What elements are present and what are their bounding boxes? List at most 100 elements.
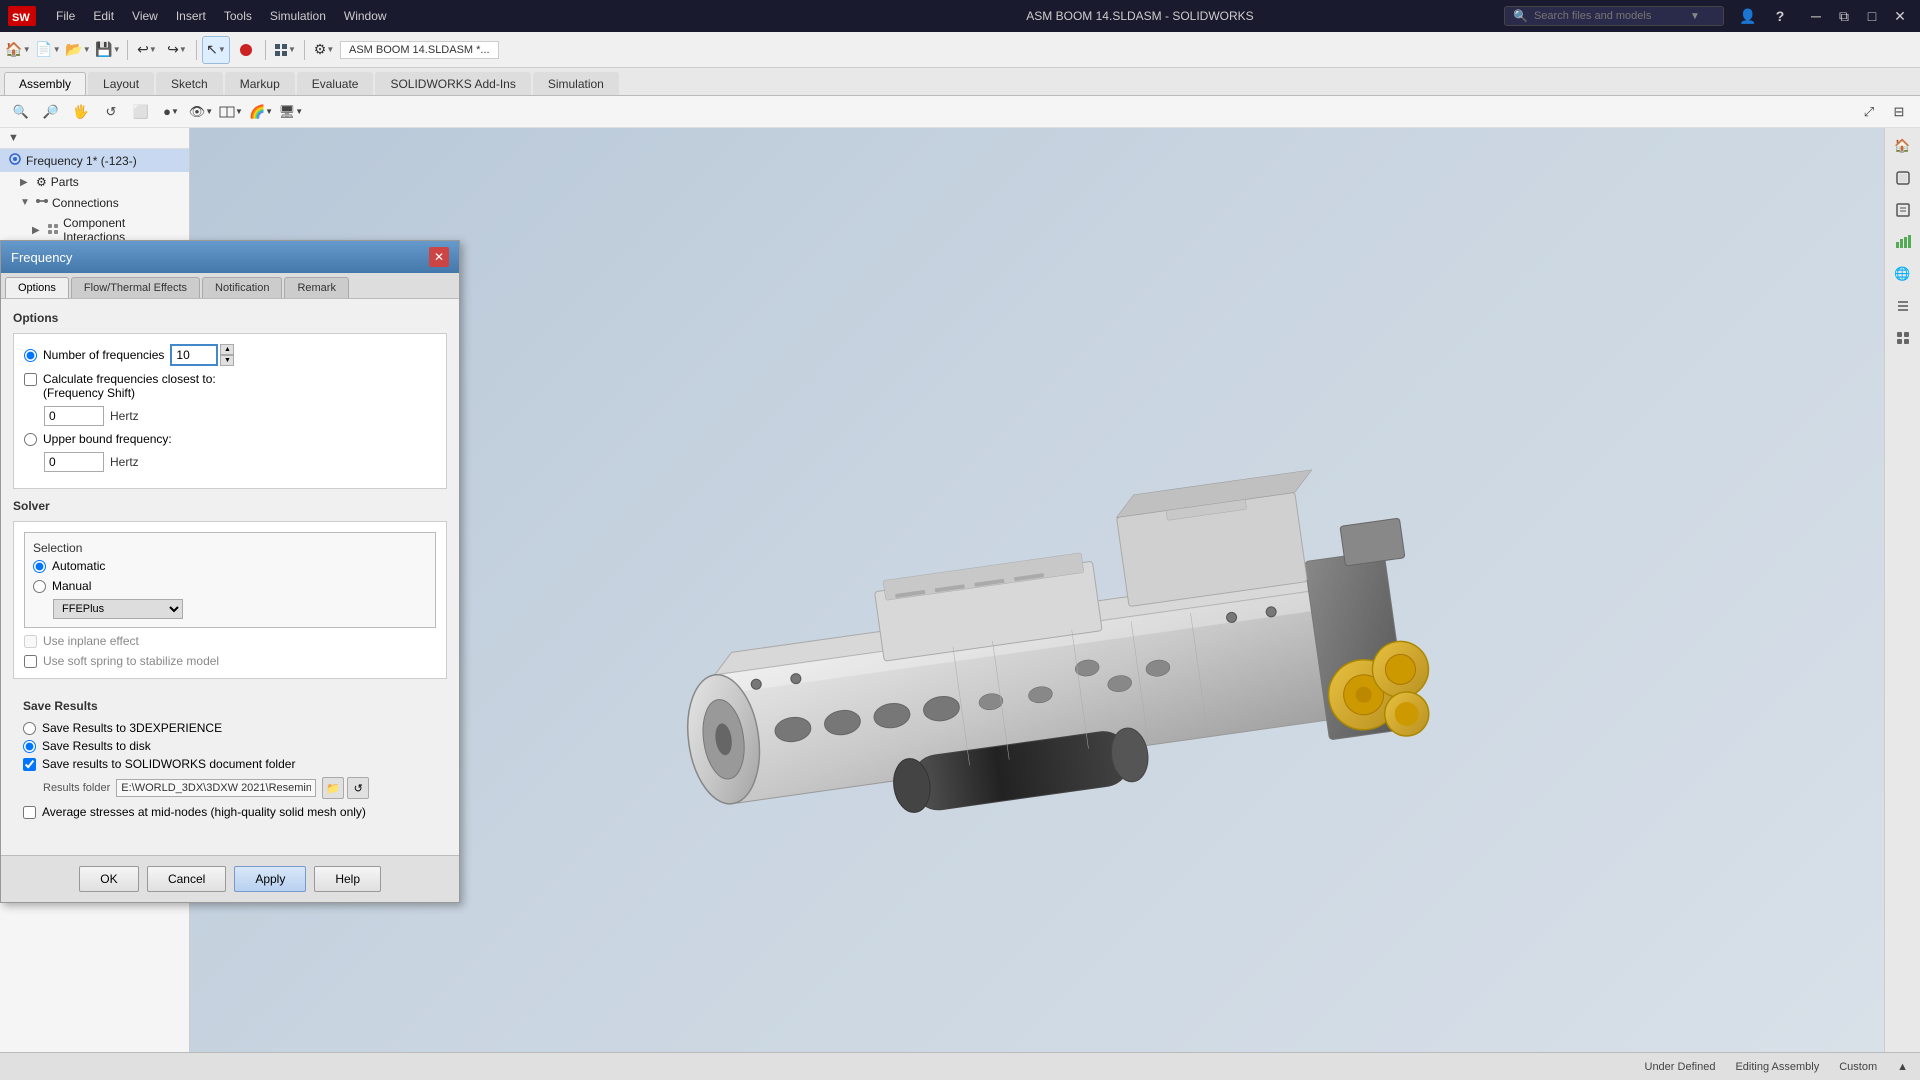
frequency-dialog: Frequency ✕ Options Flow/Thermal Effects… bbox=[0, 240, 460, 903]
num-freq-label[interactable]: Number of frequencies bbox=[43, 348, 164, 362]
num-freq-radio[interactable] bbox=[24, 349, 37, 362]
browse-folder-button[interactable]: 📁 bbox=[322, 777, 344, 799]
task-pane-home[interactable]: 🏠 bbox=[1889, 132, 1917, 160]
separator1 bbox=[127, 40, 128, 60]
save-3dexp-radio[interactable] bbox=[23, 722, 36, 735]
save-sw-checkbox[interactable] bbox=[23, 758, 36, 771]
search-box[interactable]: 🔍 ▼ bbox=[1504, 6, 1724, 26]
hide-show-btn[interactable]: 👁▼ bbox=[188, 99, 214, 125]
num-freq-input[interactable] bbox=[170, 344, 218, 366]
task-pane-sim[interactable] bbox=[1889, 228, 1917, 256]
soft-spring-label[interactable]: Use soft spring to stabilize model bbox=[43, 654, 219, 668]
menu-edit[interactable]: Edit bbox=[85, 5, 122, 27]
dialog-tab-flow[interactable]: Flow/Thermal Effects bbox=[71, 277, 200, 298]
cancel-button[interactable]: Cancel bbox=[147, 866, 226, 892]
tab-assembly[interactable]: Assembly bbox=[4, 72, 86, 95]
rotate-btn[interactable]: ↺ bbox=[98, 99, 124, 125]
ok-button[interactable]: OK bbox=[79, 866, 139, 892]
menu-file[interactable]: File bbox=[48, 5, 83, 27]
save-disk-label[interactable]: Save Results to disk bbox=[42, 739, 151, 753]
view-orient-btn[interactable]: ⬜ bbox=[128, 99, 154, 125]
dialog-tab-options[interactable]: Options bbox=[5, 277, 69, 298]
freq-down-button[interactable]: ▼ bbox=[220, 355, 234, 366]
close-button[interactable]: ✕ bbox=[1888, 6, 1912, 26]
connections-expand-icon[interactable]: ▼ bbox=[20, 197, 32, 208]
tab-markup[interactable]: Markup bbox=[225, 72, 295, 95]
parts-expand-icon[interactable]: ▶ bbox=[20, 177, 32, 188]
refresh-folder-button[interactable]: ↺ bbox=[347, 777, 369, 799]
avg-stress-label[interactable]: Average stresses at mid-nodes (high-qual… bbox=[42, 805, 366, 819]
save-sw-label[interactable]: Save results to SOLIDWORKS document fold… bbox=[42, 757, 295, 771]
freq-up-button[interactable]: ▲ bbox=[220, 344, 234, 355]
dialog-tab-remark[interactable]: Remark bbox=[284, 277, 349, 298]
pan-btn[interactable]: 🖐 bbox=[68, 99, 94, 125]
task-pane-globe[interactable]: 🌐 bbox=[1889, 260, 1917, 288]
minimize-button[interactable]: ─ bbox=[1804, 6, 1828, 26]
ci-expand-icon[interactable]: ▶ bbox=[32, 225, 43, 236]
select-button[interactable]: ↖▼ bbox=[202, 36, 230, 64]
calc-freq-checkbox[interactable] bbox=[24, 373, 37, 386]
tab-simulation[interactable]: Simulation bbox=[533, 72, 619, 95]
results-folder-input[interactable] bbox=[116, 779, 316, 797]
section-view-btn[interactable]: ▼ bbox=[218, 99, 244, 125]
avg-stress-checkbox[interactable] bbox=[23, 806, 36, 819]
menu-view[interactable]: View bbox=[124, 5, 166, 27]
tab-sketch[interactable]: Sketch bbox=[156, 72, 223, 95]
task-pane-appearances[interactable] bbox=[1889, 164, 1917, 192]
display-style-btn[interactable]: ●▼ bbox=[158, 99, 184, 125]
save-button[interactable]: 💾▼ bbox=[94, 36, 122, 64]
tree-connections[interactable]: ▼ Connections bbox=[0, 192, 189, 213]
dialog-close-button[interactable]: ✕ bbox=[429, 247, 449, 267]
red-sphere-button[interactable] bbox=[232, 36, 260, 64]
task-pane-explore[interactable] bbox=[1889, 196, 1917, 224]
save-3dexp-label[interactable]: Save Results to 3DEXPERIENCE bbox=[42, 721, 222, 735]
search-dropdown-icon[interactable]: ▼ bbox=[1690, 11, 1700, 22]
dialog-tab-notification[interactable]: Notification bbox=[202, 277, 282, 298]
view-settings-btn[interactable]: 🌈▼ bbox=[248, 99, 274, 125]
calc-freq-label[interactable]: Calculate frequencies closest to: (Frequ… bbox=[43, 372, 216, 400]
display-mgr-btn[interactable]: 🖥▼ bbox=[278, 99, 304, 125]
menu-tools[interactable]: Tools bbox=[216, 5, 260, 27]
solver-select[interactable]: FFEPlus bbox=[53, 599, 183, 619]
menu-simulation[interactable]: Simulation bbox=[262, 5, 334, 27]
save-disk-radio[interactable] bbox=[23, 740, 36, 753]
manual-solver-label[interactable]: Manual bbox=[52, 579, 91, 593]
open-button[interactable]: 📂▼ bbox=[64, 36, 92, 64]
tree-parts[interactable]: ▶ ⚙ Parts bbox=[0, 172, 189, 192]
task-pane-list[interactable] bbox=[1889, 292, 1917, 320]
apply-button[interactable]: Apply bbox=[234, 866, 306, 892]
asm-filename[interactable]: ASM BOOM 14.SLDASM *... bbox=[340, 41, 499, 59]
expand-btn[interactable]: ⤢ bbox=[1856, 99, 1882, 125]
menu-insert[interactable]: Insert bbox=[168, 5, 214, 27]
menu-window[interactable]: Window bbox=[336, 5, 395, 27]
search-input[interactable] bbox=[1534, 10, 1684, 22]
upper-bound-value[interactable] bbox=[44, 452, 104, 472]
restore2-button[interactable]: □ bbox=[1860, 6, 1884, 26]
calc-freq-value[interactable] bbox=[44, 406, 104, 426]
split-btn[interactable]: ⊟ bbox=[1886, 99, 1912, 125]
upper-bound-label[interactable]: Upper bound frequency: bbox=[43, 432, 172, 446]
options-button[interactable]: ⚙▼ bbox=[310, 36, 338, 64]
auto-solver-label[interactable]: Automatic bbox=[52, 559, 105, 573]
tab-layout[interactable]: Layout bbox=[88, 72, 154, 95]
new-button[interactable]: 📄▼ bbox=[34, 36, 62, 64]
help-button[interactable]: Help bbox=[314, 866, 381, 892]
tab-evaluate[interactable]: Evaluate bbox=[297, 72, 374, 95]
user-icon[interactable]: 👤 bbox=[1736, 6, 1760, 26]
undo-button[interactable]: ↩▼ bbox=[133, 36, 161, 64]
redo-button[interactable]: ↪▼ bbox=[163, 36, 191, 64]
restore-button[interactable]: ⧉ bbox=[1832, 6, 1856, 26]
status-dropdown[interactable]: ▲ bbox=[1897, 1061, 1908, 1073]
zoom-in-btn[interactable]: 🔎 bbox=[38, 99, 64, 125]
zoom-to-fit-btn[interactable]: 🔍 bbox=[8, 99, 34, 125]
tree-root[interactable]: Frequency 1* (-123-) bbox=[0, 149, 189, 172]
manual-solver-radio[interactable] bbox=[33, 580, 46, 593]
soft-spring-checkbox[interactable] bbox=[24, 655, 37, 668]
help-icon[interactable]: ? bbox=[1768, 6, 1792, 26]
upper-freq-radio[interactable] bbox=[24, 433, 37, 446]
tab-addins[interactable]: SOLIDWORKS Add-Ins bbox=[375, 72, 530, 95]
auto-solver-radio[interactable] bbox=[33, 560, 46, 573]
task-pane-custom[interactable] bbox=[1889, 324, 1917, 352]
home-button[interactable]: 🏠▼ bbox=[4, 36, 32, 64]
assembly-mgr-button[interactable]: ▼ bbox=[271, 36, 299, 64]
